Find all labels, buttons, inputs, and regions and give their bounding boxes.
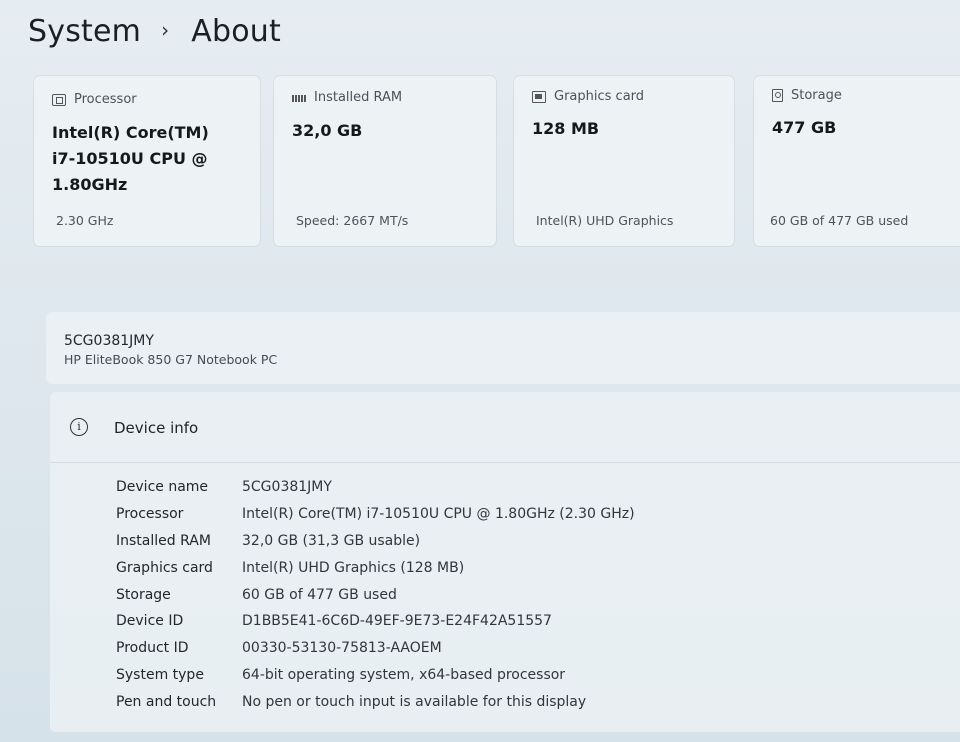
device-model: HP EliteBook 850 G7 Notebook PC xyxy=(64,352,278,367)
card-sub: Intel(R) UHD Graphics xyxy=(536,213,674,228)
value-line: Intel(R) Core(TM) xyxy=(52,123,209,142)
info-row: Graphics card Intel(R) UHD Graphics (128… xyxy=(116,554,635,581)
processor-icon xyxy=(52,93,66,106)
value-line: 477 GB xyxy=(772,118,837,137)
storage-icon xyxy=(772,89,783,102)
processor-card: Processor Intel(R) Core(TM) i7-10510U CP… xyxy=(34,76,260,246)
device-summary: 5CG0381JMY HP EliteBook 850 G7 Notebook … xyxy=(46,312,960,384)
info-value: 32,0 GB (31,3 GB usable) xyxy=(242,532,421,549)
info-value: Intel(R) Core(TM) i7-10510U CPU @ 1.80GH… xyxy=(242,506,635,523)
breadcrumb: System › About xyxy=(28,14,281,49)
info-row: Storage 60 GB of 477 GB used xyxy=(116,581,635,608)
card-label: Processor xyxy=(74,92,137,107)
device-name: 5CG0381JMY xyxy=(64,333,154,349)
ram-icon xyxy=(292,95,306,102)
info-key: Device name xyxy=(116,479,209,496)
info-value: D1BB5E41-6C6D-49EF-9E73-E24F42A51557 xyxy=(242,613,552,630)
card-header: Storage xyxy=(772,88,842,103)
info-row: Pen and touch No pen or touch input is a… xyxy=(116,688,635,715)
info-value: No pen or touch input is available for t… xyxy=(242,693,587,710)
ram-card: Installed RAM 32,0 GB Speed: 2667 MT/s xyxy=(274,76,496,246)
info-row: Product ID 00330-53130-75813-AAOEM xyxy=(116,635,635,662)
value-line: 128 MB xyxy=(532,119,600,138)
card-label: Storage xyxy=(791,88,842,103)
device-info-title: Device info xyxy=(114,419,199,437)
chevron-right-icon: › xyxy=(161,17,170,42)
card-sub: 2.30 GHz xyxy=(56,213,114,228)
info-value: 60 GB of 477 GB used xyxy=(242,586,397,603)
info-key: System type xyxy=(116,666,204,683)
info-row: Processor Intel(R) Core(TM) i7-10510U CP… xyxy=(116,501,635,528)
device-info-rows: Device name 5CG0381JMY Processor Intel(R… xyxy=(116,474,635,715)
card-header: Installed RAM xyxy=(292,90,402,105)
card-value: 128 MB xyxy=(532,116,599,142)
card-sub: Speed: 2667 MT/s xyxy=(296,213,409,228)
info-row: Device name 5CG0381JMY xyxy=(116,474,635,501)
card-header: Graphics card xyxy=(532,89,644,104)
info-row: System type 64-bit operating system, x64… xyxy=(116,662,635,689)
info-key: Graphics card xyxy=(116,559,213,576)
info-value: Intel(R) UHD Graphics (128 MB) xyxy=(242,559,465,576)
info-key: Pen and touch xyxy=(116,693,217,710)
card-header: Processor xyxy=(52,92,137,107)
value-line: 32,0 GB xyxy=(292,121,363,140)
card-label: Graphics card xyxy=(554,89,645,104)
page-title: About xyxy=(191,14,281,49)
card-value: 32,0 GB xyxy=(292,118,362,144)
info-key: Product ID xyxy=(116,640,189,657)
spec-cards: Processor Intel(R) Core(TM) i7-10510U CP… xyxy=(34,76,960,246)
info-value: 64-bit operating system, x64-based proce… xyxy=(242,666,566,683)
info-key: Device ID xyxy=(116,613,184,630)
info-row: Installed RAM 32,0 GB (31,3 GB usable) xyxy=(116,528,635,555)
card-sub: 60 GB of 477 GB used xyxy=(770,213,909,228)
device-info-section: i Device info Device name 5CG0381JMY Pro… xyxy=(50,392,960,732)
info-value: 00330-53130-75813-AAOEM xyxy=(242,640,442,657)
storage-card: Storage 477 GB 60 GB of 477 GB used xyxy=(754,76,960,246)
info-row: Device ID D1BB5E41-6C6D-49EF-9E73-E24F42… xyxy=(116,608,635,635)
card-value: 477 GB xyxy=(772,115,836,141)
info-key: Installed RAM xyxy=(116,532,211,549)
value-line: i7-10510U CPU @ xyxy=(52,149,208,168)
card-label: Installed RAM xyxy=(314,90,403,105)
info-icon: i xyxy=(70,418,88,436)
info-key: Storage xyxy=(116,586,171,603)
device-info-header[interactable]: i Device info xyxy=(50,392,960,463)
breadcrumb-system[interactable]: System xyxy=(28,14,141,49)
info-value: 5CG0381JMY xyxy=(242,479,332,496)
graphics-card-icon xyxy=(532,90,546,103)
card-value: Intel(R) Core(TM) i7-10510U CPU @ 1.80GH… xyxy=(52,120,209,198)
info-key: Processor xyxy=(116,506,184,523)
graphics-card: Graphics card 128 MB Intel(R) UHD Graphi… xyxy=(514,76,734,246)
value-line: 1.80GHz xyxy=(52,175,128,194)
